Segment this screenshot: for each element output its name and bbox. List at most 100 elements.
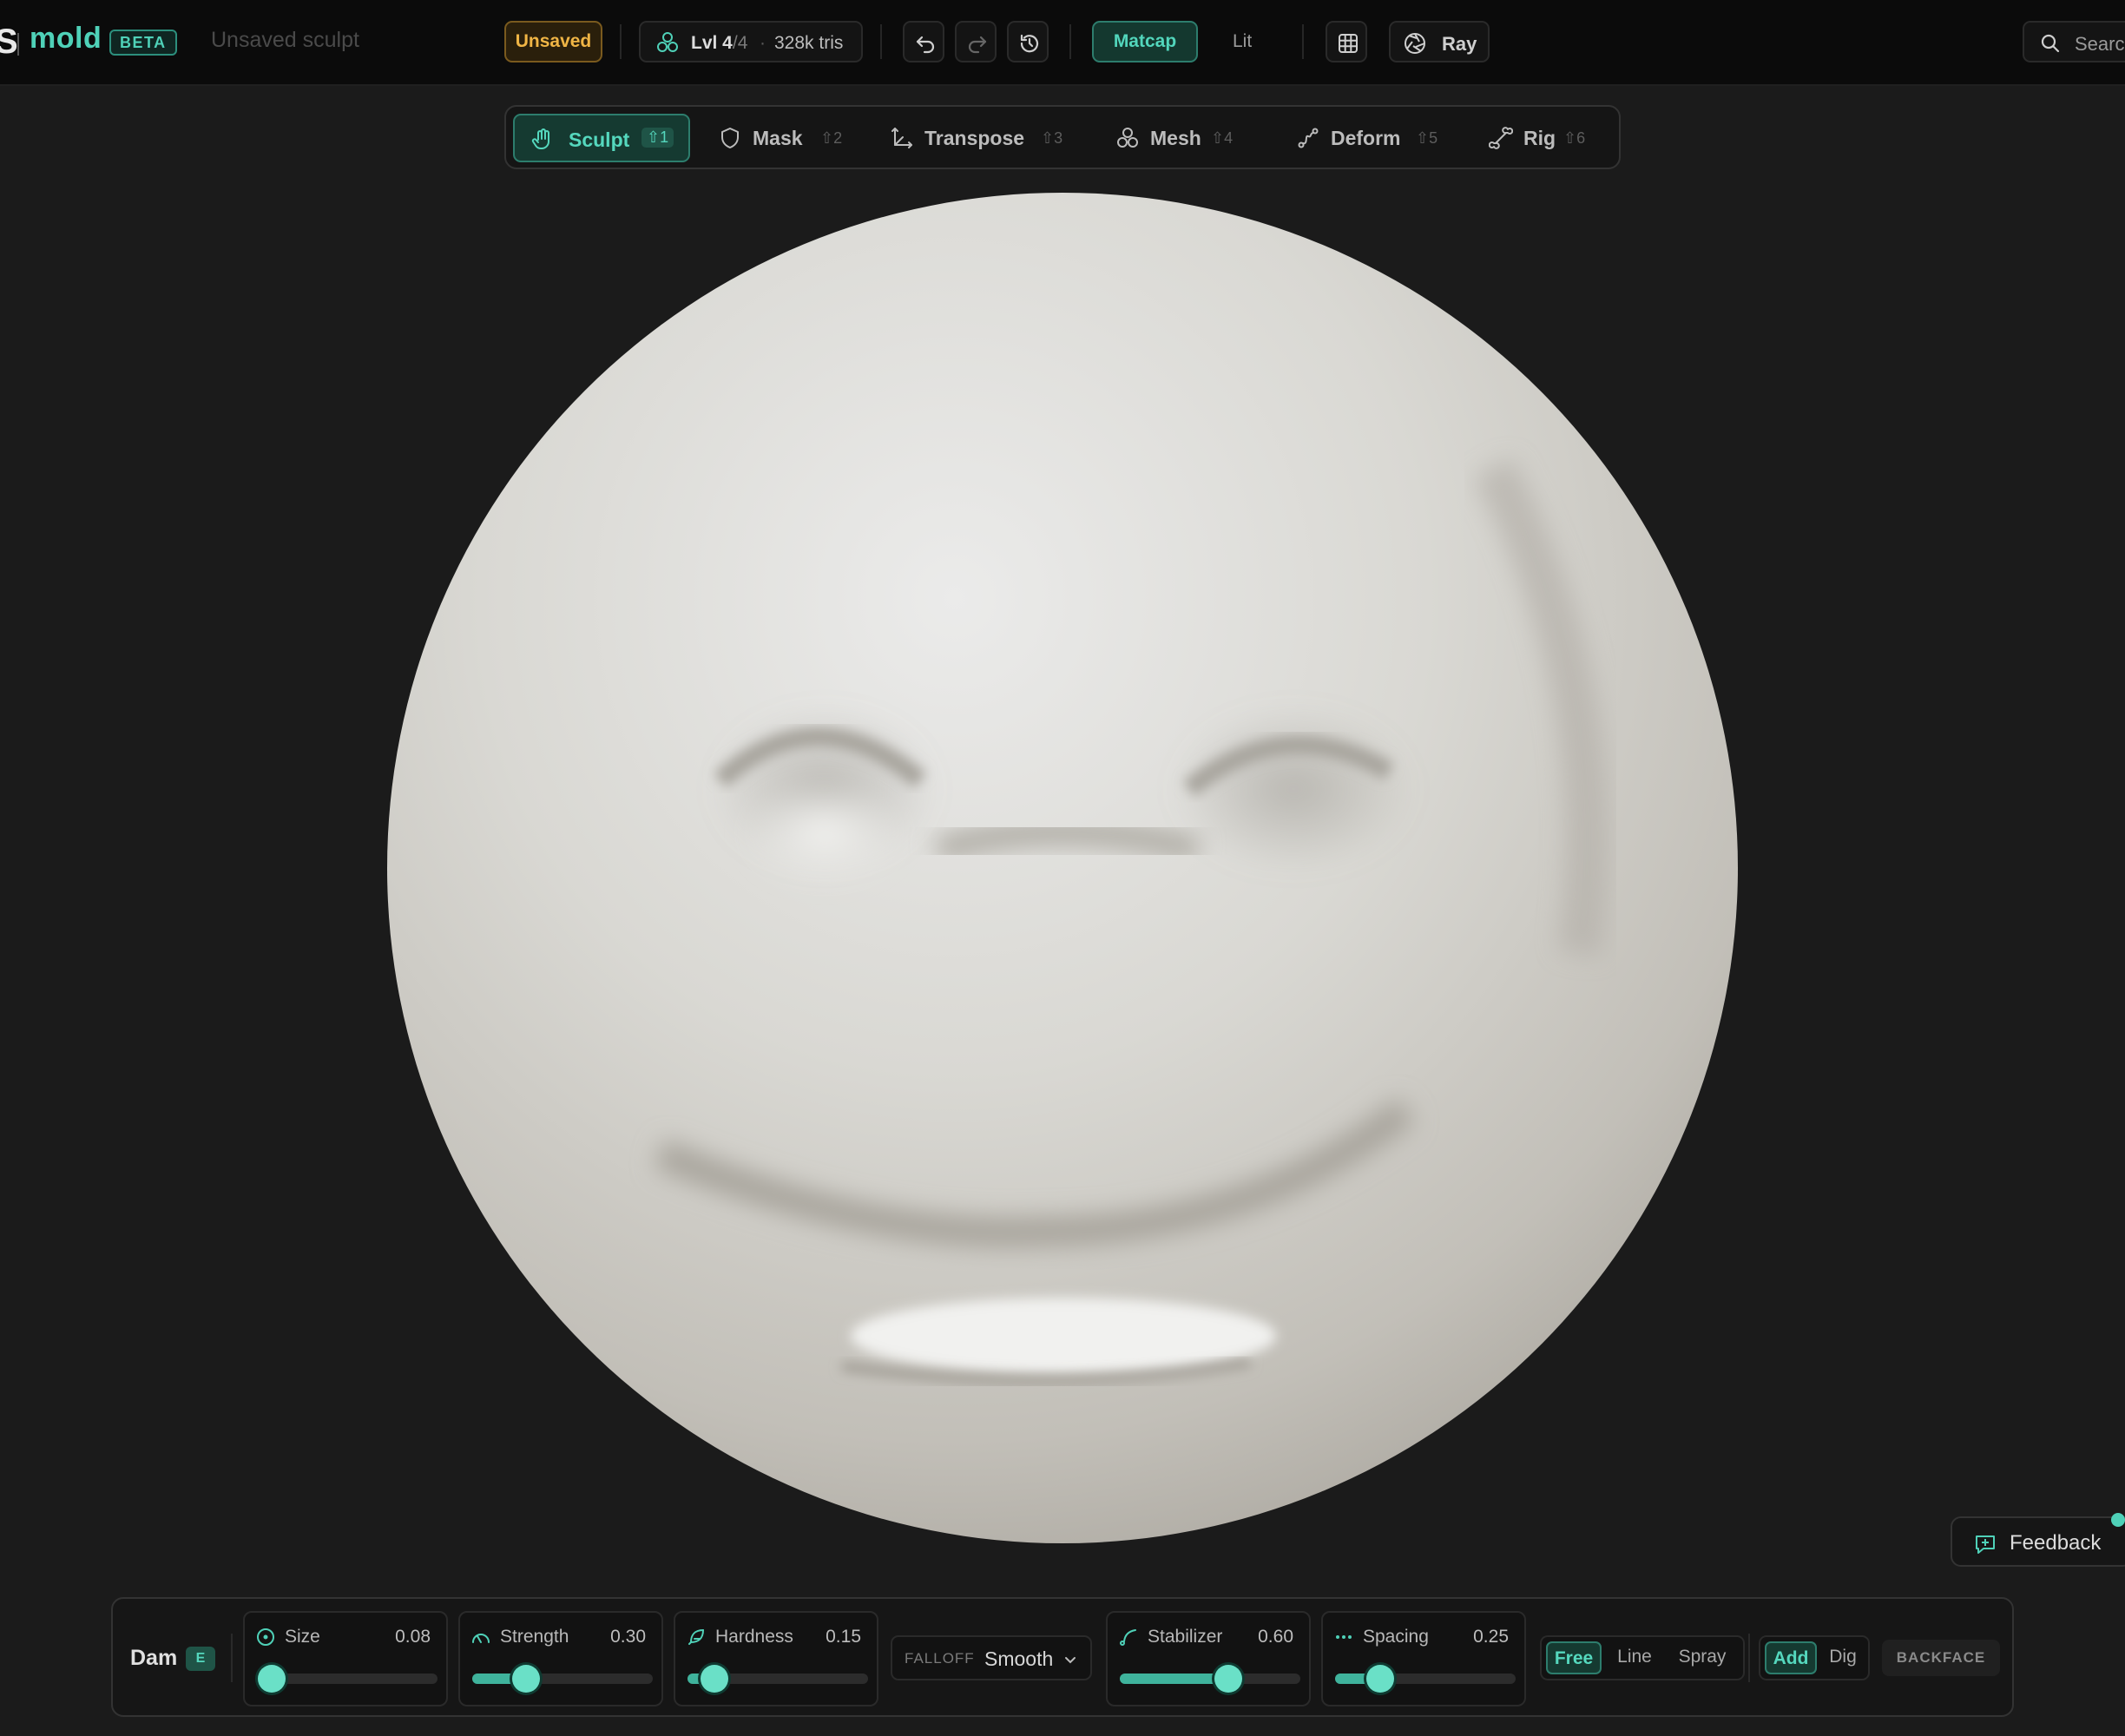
slider-handle[interactable] xyxy=(258,1665,286,1693)
notification-dot xyxy=(2111,1513,2125,1527)
slider-handle[interactable] xyxy=(701,1665,728,1693)
document-title[interactable]: Unsaved sculpt xyxy=(211,28,359,53)
hardness-slider[interactable] xyxy=(688,1665,868,1693)
falloff-dropdown[interactable]: FALLOFF Smooth xyxy=(891,1635,1092,1680)
feedback-icon xyxy=(1976,1535,1995,1554)
redo-icon xyxy=(968,36,987,54)
slider-value[interactable]: 0.08 xyxy=(395,1627,431,1647)
slider-fill xyxy=(1120,1674,1228,1684)
mode-label: Deform xyxy=(1331,127,1401,149)
shield-icon xyxy=(721,128,739,148)
stroke-mode-spray[interactable]: Spray xyxy=(1667,1641,1738,1674)
beta-badge: BETA xyxy=(109,30,177,56)
slider-handle[interactable] xyxy=(512,1665,540,1693)
brush-settings-bar: Dam E Size 0.08 Strength 0.30 Hardness 0… xyxy=(111,1597,2014,1717)
transpose-axis-icon xyxy=(891,128,912,148)
brush-shortcut-key: E xyxy=(186,1647,215,1671)
triangle-count: 328k tris xyxy=(774,33,844,53)
stroke-mode-free[interactable]: Free xyxy=(1546,1641,1602,1674)
logo-mark: S xyxy=(0,23,18,61)
app-name: mold xyxy=(30,22,102,55)
search-button[interactable]: Search xyxy=(2023,21,2125,62)
slider-value[interactable]: 0.60 xyxy=(1258,1627,1293,1647)
aperture-icon xyxy=(1405,33,1425,54)
mode-shortcut: ⇧1 xyxy=(641,128,674,148)
ray-label: Ray xyxy=(1442,33,1477,55)
search-label: Search xyxy=(2075,33,2125,55)
hand-icon xyxy=(531,128,549,149)
circle-dot-icon xyxy=(257,1628,274,1646)
mode-shortcut: ⇧2 xyxy=(820,129,843,147)
strength-slider[interactable] xyxy=(472,1665,653,1693)
slider-label: Hardness xyxy=(715,1627,793,1647)
level-label: Lvl 4 xyxy=(691,33,733,53)
slider-label: Strength xyxy=(500,1627,569,1647)
mesh-icon xyxy=(1117,128,1138,148)
ray-render-button[interactable]: Ray xyxy=(1389,21,1490,62)
stabilizer-slider[interactable] xyxy=(1120,1665,1300,1693)
mode-tab-deform[interactable]: Deform ⇧5 xyxy=(1286,114,1459,162)
mode-label: Rig xyxy=(1523,127,1556,149)
mode-shortcut: ⇧6 xyxy=(1563,129,1586,147)
falloff-value: Smooth xyxy=(984,1647,1054,1670)
direction-dig[interactable]: Dig xyxy=(1819,1641,1866,1674)
deform-path-icon xyxy=(1298,128,1319,148)
redo-button[interactable] xyxy=(955,21,997,62)
chevron-down-icon xyxy=(1065,1657,1076,1664)
sculpt-mesh-sphere[interactable] xyxy=(0,86,2125,1579)
search-icon xyxy=(2041,34,2060,53)
slider-value[interactable]: 0.30 xyxy=(610,1627,646,1647)
backface-toggle[interactable]: BACKFACE xyxy=(1882,1640,2000,1676)
history-icon xyxy=(1020,34,1039,53)
size-slider-group: Size 0.08 xyxy=(243,1611,448,1706)
lit-button[interactable]: Lit xyxy=(1233,31,1252,52)
history-button[interactable] xyxy=(1007,21,1049,62)
slider-label: Stabilizer xyxy=(1148,1627,1223,1647)
slider-label: Spacing xyxy=(1363,1627,1429,1647)
mode-tab-sculpt[interactable]: Sculpt ⇧1 xyxy=(513,114,690,162)
slider-value[interactable]: 0.15 xyxy=(826,1627,861,1647)
top-bar: S mold BETA Unsaved sculpt Unsaved Lvl 4… xyxy=(0,0,2125,86)
grid-icon xyxy=(1339,34,1358,53)
slider-label: Size xyxy=(285,1627,320,1647)
divider xyxy=(17,33,19,56)
spacing-slider-group: Spacing 0.25 xyxy=(1321,1611,1526,1706)
direction-segmented-control: Add Dig xyxy=(1759,1635,1870,1680)
slider-handle[interactable] xyxy=(1214,1665,1242,1693)
bone-icon xyxy=(1489,127,1513,149)
mode-label: Transpose xyxy=(924,127,1025,149)
strength-slider-group: Strength 0.30 xyxy=(458,1611,663,1706)
feather-icon xyxy=(688,1629,704,1645)
direction-add[interactable]: Add xyxy=(1765,1641,1817,1674)
gauge-icon xyxy=(472,1634,490,1643)
spacing-slider[interactable] xyxy=(1335,1665,1516,1693)
mode-tab-transpose[interactable]: Transpose ⇧3 xyxy=(879,114,1079,162)
grid-toggle-button[interactable] xyxy=(1326,21,1367,62)
feedback-button[interactable]: Feedback xyxy=(1951,1516,2125,1567)
unsaved-status-badge: Unsaved xyxy=(504,21,602,62)
divider xyxy=(231,1634,233,1682)
matcap-button[interactable]: Matcap xyxy=(1092,21,1198,62)
mode-tab-mask[interactable]: Mask ⇧2 xyxy=(707,114,855,162)
undo-icon xyxy=(916,36,935,54)
size-slider[interactable] xyxy=(257,1665,438,1693)
subdivision-level-button[interactable]: Lvl 4/4 · 328k tris xyxy=(639,21,863,62)
mesh-levels-icon xyxy=(657,32,678,52)
mode-label: Mesh xyxy=(1150,127,1201,149)
slider-value[interactable]: 0.25 xyxy=(1473,1627,1509,1647)
mode-label: Mask xyxy=(753,127,803,149)
stroke-mode-segmented-control: Free Line Spray xyxy=(1540,1635,1745,1680)
stroke-mode-line[interactable]: Line xyxy=(1606,1641,1663,1674)
mode-tab-rig[interactable]: Rig ⇧6 xyxy=(1478,114,1609,162)
falloff-label: FALLOFF xyxy=(905,1650,975,1667)
mode-shortcut: ⇧5 xyxy=(1416,129,1438,147)
level-total: /4 xyxy=(732,33,748,53)
undo-button[interactable] xyxy=(903,21,944,62)
divider xyxy=(1748,1634,1750,1682)
3d-viewport[interactable] xyxy=(0,86,2125,1579)
slider-handle[interactable] xyxy=(1366,1665,1394,1693)
mode-tab-mesh[interactable]: Mesh ⇧4 xyxy=(1105,114,1261,162)
mode-shortcut: ⇧3 xyxy=(1041,129,1063,147)
brush-name[interactable]: Dam xyxy=(130,1646,177,1671)
dots-icon xyxy=(1336,1635,1352,1639)
